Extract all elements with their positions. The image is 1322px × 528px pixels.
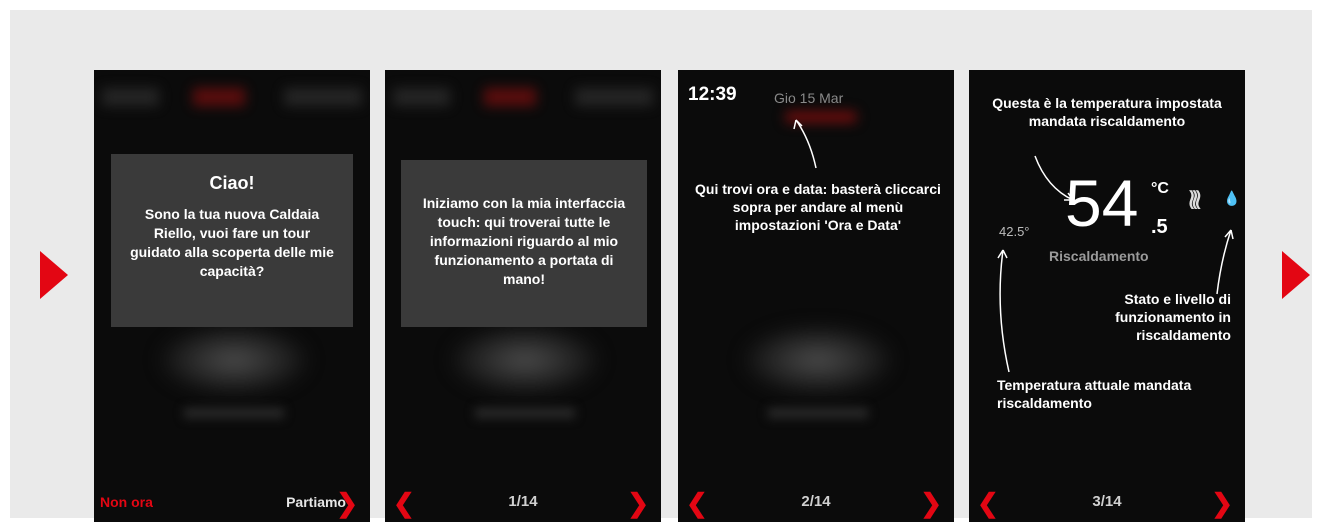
- page-indicator: 1/14: [508, 492, 538, 510]
- blurred-temperature: [450, 325, 600, 395]
- screen-footer: Non ora Partiamo ❯: [94, 480, 370, 522]
- blurred-label: [184, 408, 284, 418]
- screen-footer: ❮ 3/14 ❯: [969, 480, 1245, 522]
- blurred-label: [475, 408, 575, 418]
- chevron-right-icon[interactable]: ❯: [336, 490, 358, 516]
- dialog-message: Sono la tua nuova Caldaia Riello, vuoi f…: [130, 206, 334, 279]
- dialog-message: Iniziamo con la mia interfaccia touch: q…: [422, 195, 626, 287]
- pointer-arrow-icon: [793, 119, 817, 169]
- screen-time-date: 12:39 Gio 15 Mar Qui trovi ora e data: b…: [678, 70, 954, 522]
- screen-temperature: Questa è la temperatura impostata mandat…: [969, 70, 1245, 522]
- chevron-left-icon[interactable]: ❮: [393, 490, 415, 516]
- blurred-temperature: [743, 325, 893, 395]
- screen-interface-intro: Iniziamo con la mia interfaccia touch: q…: [385, 70, 661, 522]
- dialog-title: Ciao!: [209, 173, 255, 193]
- screen-welcome: Ciao! Sono la tua nuova Caldaia Riello, …: [94, 70, 370, 522]
- page-indicator: 2/14: [801, 492, 831, 510]
- blurred-temperature: [159, 325, 309, 395]
- current-temperature-note: Temperatura attuale mandata riscaldament…: [997, 377, 1192, 411]
- blurred-label: [768, 408, 868, 418]
- not-now-button[interactable]: Non ora: [100, 494, 153, 510]
- chevron-right-icon[interactable]: ❯: [920, 490, 942, 516]
- chevron-left-icon[interactable]: ❮: [686, 490, 708, 516]
- blurred-status-bar: [102, 88, 362, 106]
- carousel-next-triangle-icon[interactable]: [1282, 251, 1310, 299]
- screen-footer: ❮ 2/14 ❯: [678, 480, 954, 522]
- chevron-right-icon[interactable]: ❯: [1211, 490, 1233, 516]
- intro-dialog: Iniziamo con la mia interfaccia touch: q…: [401, 160, 647, 327]
- blurred-status-bar: [393, 88, 653, 106]
- time-date-note: Qui trovi ora e data: basterà cliccarci …: [695, 181, 941, 233]
- page-indicator: 3/14: [1092, 492, 1122, 510]
- welcome-dialog: Ciao! Sono la tua nuova Caldaia Riello, …: [111, 154, 353, 327]
- pointer-arrows-icon: [997, 155, 1234, 373]
- heating-state-note: Stato e livello di funzionamento in risc…: [1115, 291, 1231, 343]
- chevron-left-icon[interactable]: ❮: [977, 490, 999, 516]
- screen-footer: ❮ 1/14 ❯: [385, 480, 661, 522]
- chevron-right-icon[interactable]: ❯: [627, 490, 649, 516]
- carousel-prev-triangle-icon[interactable]: [40, 251, 68, 299]
